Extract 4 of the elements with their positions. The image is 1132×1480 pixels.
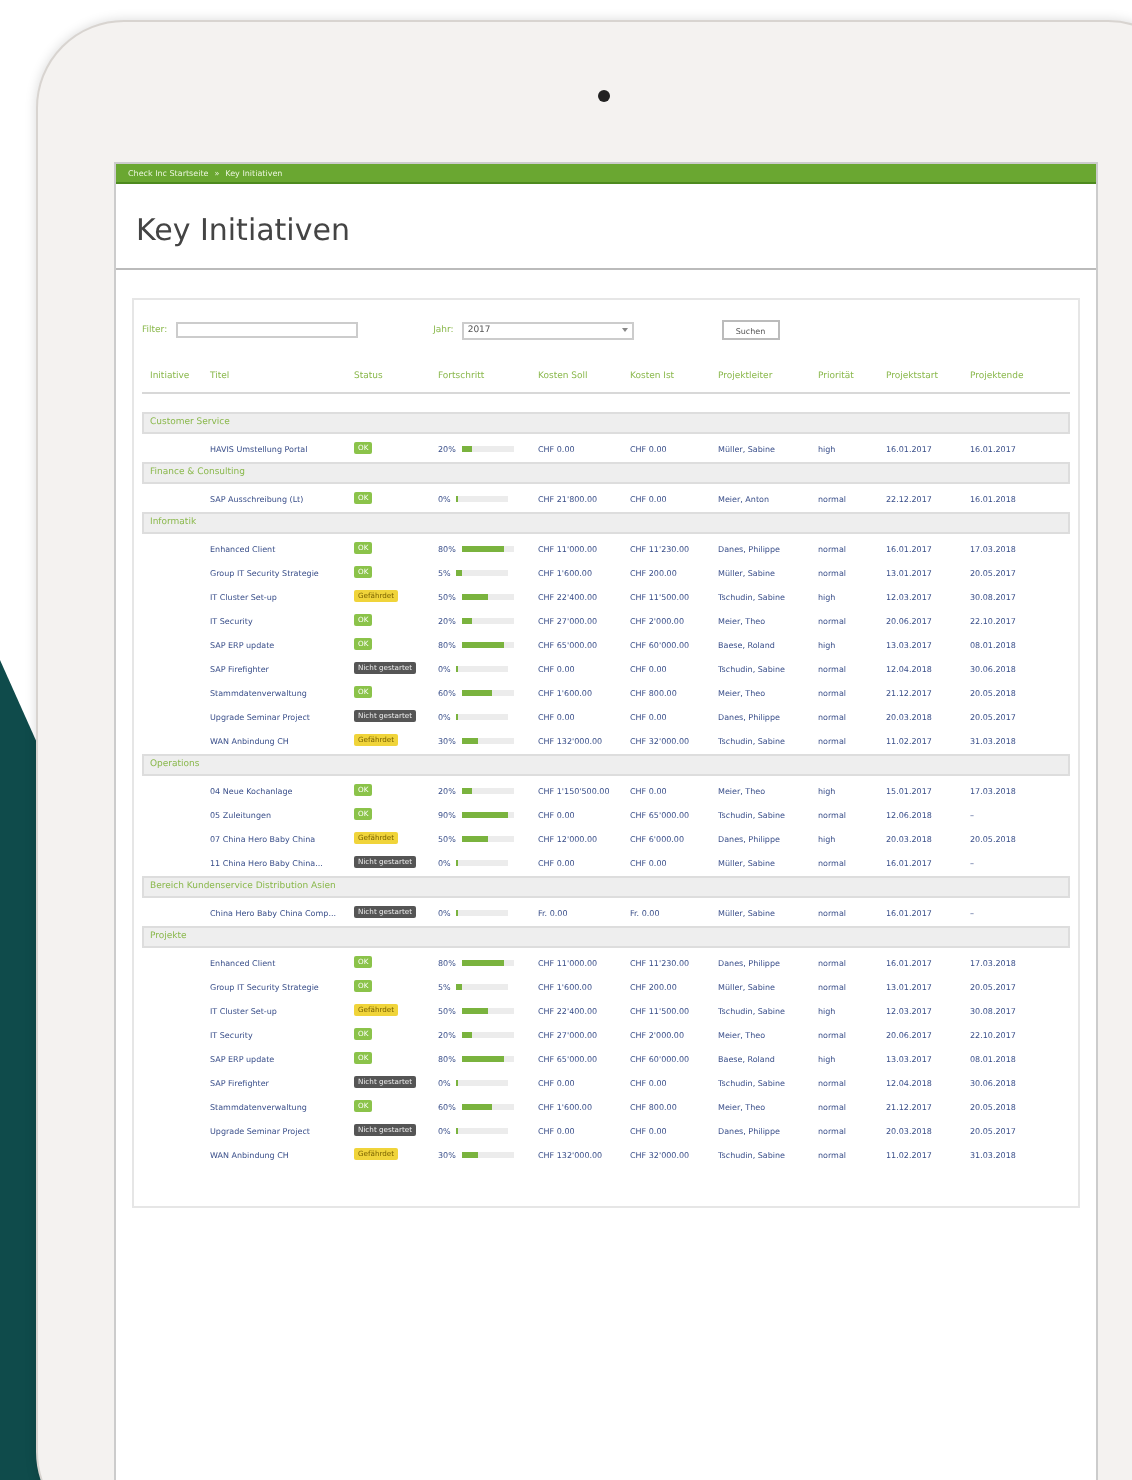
caret-icon bbox=[621, 328, 628, 332]
camera-icon bbox=[598, 90, 610, 102]
page-title: Key Initiativen bbox=[136, 212, 352, 248]
filter-field[interactable] bbox=[175, 322, 358, 338]
